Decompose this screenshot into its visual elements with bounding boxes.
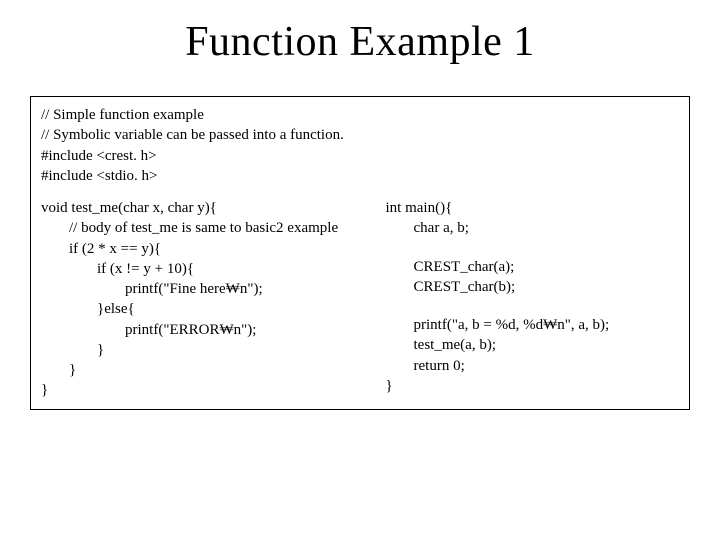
slide-title: Function Example 1 (30, 18, 690, 66)
code-header: // Simple function example // Symbolic v… (41, 105, 679, 186)
code-line: printf("a, b = %d, %d₩n", a, b); (386, 315, 679, 335)
code-line: printf("Fine here₩n"); (41, 279, 386, 299)
code-line: int main(){ (386, 198, 679, 218)
code-line: void test_me(char x, char y){ (41, 198, 386, 218)
code-line: // body of test_me is same to basic2 exa… (41, 218, 386, 238)
code-line: test_me(a, b); (386, 335, 679, 355)
code-line: if (x != y + 10){ (41, 259, 386, 279)
code-line: } (41, 340, 386, 360)
code-line: if (2 * x == y){ (41, 239, 386, 259)
code-line: #include <crest. h> (41, 146, 679, 166)
blank-line (386, 297, 679, 315)
blank-line (386, 239, 679, 257)
code-column-left: void test_me(char x, char y){ // body of… (41, 198, 386, 401)
code-line: } (41, 360, 386, 380)
code-line: #include <stdio. h> (41, 166, 679, 186)
code-line: CREST_char(a); (386, 257, 679, 277)
code-line: } (386, 376, 679, 396)
code-box: // Simple function example // Symbolic v… (30, 96, 690, 410)
code-line: // Simple function example (41, 105, 679, 125)
code-line: }else{ (41, 299, 386, 319)
code-column-right: int main(){ char a, b; CREST_char(a); CR… (386, 198, 679, 401)
slide: Function Example 1 // Simple function ex… (0, 0, 720, 540)
code-line: return 0; (386, 356, 679, 376)
code-line: // Symbolic variable can be passed into … (41, 125, 679, 145)
code-line: char a, b; (386, 218, 679, 238)
code-line: printf("ERROR₩n"); (41, 320, 386, 340)
code-line: CREST_char(b); (386, 277, 679, 297)
code-line: } (41, 380, 386, 400)
code-columns: void test_me(char x, char y){ // body of… (41, 198, 679, 401)
